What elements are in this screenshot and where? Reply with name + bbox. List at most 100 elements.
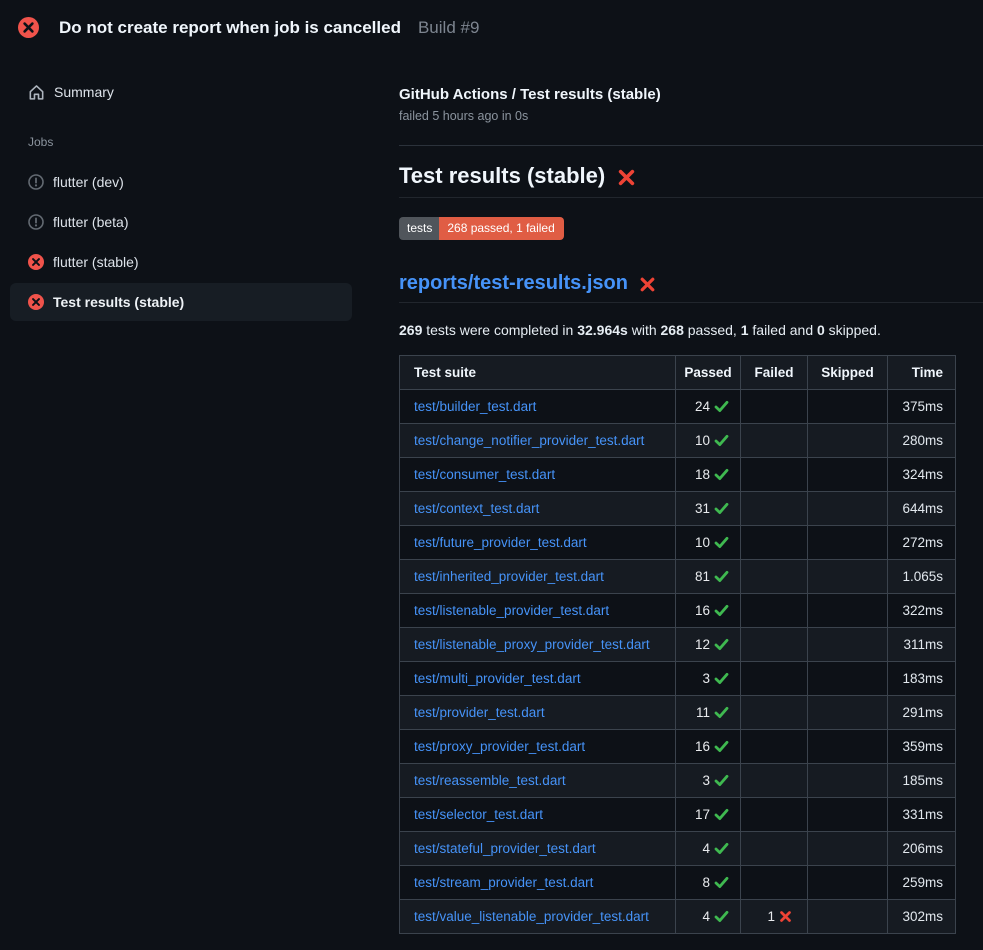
failed-status-icon [18, 17, 39, 38]
test-suite-link[interactable]: test/change_notifier_provider_test.dart [414, 433, 644, 448]
table-row: test/proxy_provider_test.dart 16 359ms [400, 730, 956, 764]
sidebar-item-flutter-stable[interactable]: flutter (stable) [10, 243, 352, 281]
check-icon [714, 910, 729, 923]
jobs-section-label: Jobs [10, 135, 352, 149]
test-suite-link[interactable]: test/consumer_test.dart [414, 467, 555, 482]
table-row: test/stateful_provider_test.dart 4 206ms [400, 832, 956, 866]
col-header-passed: Passed [676, 356, 741, 390]
home-icon [28, 84, 45, 101]
test-suite-link[interactable]: test/future_provider_test.dart [414, 535, 587, 550]
passed-count: 10 [695, 535, 710, 550]
divider [399, 145, 983, 146]
passed-count: 4 [702, 909, 710, 924]
check-icon [714, 808, 729, 821]
test-results-table: Test suite Passed Failed Skipped Time te… [399, 355, 956, 934]
sidebar-item-label: flutter (beta) [53, 214, 128, 230]
passed-count: 3 [702, 773, 710, 788]
col-header-time: Time [888, 356, 956, 390]
test-suite-link[interactable]: test/stateful_provider_test.dart [414, 841, 596, 856]
passed-count: 81 [695, 569, 710, 584]
sidebar: Summary Jobs flutter (dev) flutter (beta… [10, 73, 352, 323]
passed-count: 17 [695, 807, 710, 822]
test-suite-link[interactable]: test/proxy_provider_test.dart [414, 739, 585, 754]
tests-badge: tests 268 passed, 1 failed [399, 217, 564, 240]
sidebar-item-label: flutter (dev) [53, 174, 124, 190]
test-suite-link[interactable]: test/context_test.dart [414, 501, 539, 516]
check-icon [714, 672, 729, 685]
breadcrumb: GitHub Actions / Test results (stable) [399, 86, 983, 103]
time-value: 324ms [902, 467, 943, 482]
test-suite-link[interactable]: test/stream_provider_test.dart [414, 875, 593, 890]
check-icon [714, 638, 729, 651]
time-value: 206ms [902, 841, 943, 856]
passed-count: 4 [702, 841, 710, 856]
passed-count: 3 [702, 671, 710, 686]
report-file-heading: reports/test-results.json [399, 272, 983, 303]
sidebar-item-label: Summary [54, 84, 114, 100]
test-suite-link[interactable]: test/multi_provider_test.dart [414, 671, 581, 686]
x-icon [779, 910, 792, 923]
time-value: 185ms [902, 773, 943, 788]
time-value: 259ms [902, 875, 943, 890]
stale-status-icon [28, 214, 44, 230]
check-icon [714, 502, 729, 515]
build-number: Build #9 [418, 18, 479, 38]
time-value: 331ms [902, 807, 943, 822]
time-value: 183ms [902, 671, 943, 686]
passed-count: 31 [695, 501, 710, 516]
passed-count: 11 [696, 705, 710, 720]
test-suite-link[interactable]: test/reassemble_test.dart [414, 773, 566, 788]
table-row: test/consumer_test.dart 18 324ms [400, 458, 956, 492]
table-row: test/listenable_proxy_provider_test.dart… [400, 628, 956, 662]
test-suite-link[interactable]: test/selector_test.dart [414, 807, 543, 822]
stale-status-icon [28, 174, 44, 190]
check-icon [714, 570, 729, 583]
check-icon [714, 876, 729, 889]
passed-count: 18 [695, 467, 710, 482]
time-value: 272ms [902, 535, 943, 550]
sidebar-item-label: flutter (stable) [53, 254, 139, 270]
sidebar-item-flutter-dev[interactable]: flutter (dev) [10, 163, 352, 201]
failed-x-icon [639, 276, 656, 293]
passed-count: 12 [695, 637, 710, 652]
check-icon [714, 740, 729, 753]
table-row: test/listenable_provider_test.dart 16 32… [400, 594, 956, 628]
run-status-line: failed 5 hours ago in 0s [399, 109, 983, 123]
main-content: GitHub Actions / Test results (stable) f… [399, 86, 983, 934]
test-suite-link[interactable]: test/inherited_provider_test.dart [414, 569, 604, 584]
time-value: 311ms [903, 637, 943, 652]
passed-count: 16 [695, 603, 710, 618]
test-suite-link[interactable]: test/builder_test.dart [414, 399, 536, 414]
badge-label: tests [399, 217, 439, 240]
check-icon [714, 706, 729, 719]
passed-count: 10 [695, 433, 710, 448]
sidebar-item-summary[interactable]: Summary [10, 73, 352, 111]
failed-count: 1 [767, 909, 775, 924]
failed-x-icon [617, 168, 636, 187]
check-icon [714, 842, 729, 855]
section-title-text: Test results (stable) [399, 163, 605, 189]
table-row: test/builder_test.dart 24 375ms [400, 390, 956, 424]
sidebar-item-flutter-beta[interactable]: flutter (beta) [10, 203, 352, 241]
test-suite-link[interactable]: test/listenable_proxy_provider_test.dart [414, 637, 650, 652]
time-value: 302ms [902, 909, 943, 924]
table-row: test/context_test.dart 31 644ms [400, 492, 956, 526]
col-header-test-suite: Test suite [400, 356, 676, 390]
report-file-link[interactable]: reports/test-results.json [399, 272, 628, 295]
time-value: 359ms [902, 739, 943, 754]
test-suite-link[interactable]: test/provider_test.dart [414, 705, 545, 720]
table-header-row: Test suite Passed Failed Skipped Time [400, 356, 956, 390]
table-row: test/stream_provider_test.dart 8 259ms [400, 866, 956, 900]
table-row: test/multi_provider_test.dart 3 183ms [400, 662, 956, 696]
run-header: Do not create report when job is cancell… [18, 17, 479, 38]
check-icon [714, 468, 729, 481]
passed-count: 8 [702, 875, 710, 890]
passed-count: 24 [695, 399, 710, 414]
sidebar-item-test-results-stable[interactable]: Test results (stable) [10, 283, 352, 321]
table-row: test/future_provider_test.dart 10 272ms [400, 526, 956, 560]
test-suite-link[interactable]: test/listenable_provider_test.dart [414, 603, 609, 618]
check-icon [714, 604, 729, 617]
test-suite-link[interactable]: test/value_listenable_provider_test.dart [414, 909, 649, 924]
time-value: 644ms [902, 501, 943, 516]
time-value: 1.065s [902, 569, 943, 584]
